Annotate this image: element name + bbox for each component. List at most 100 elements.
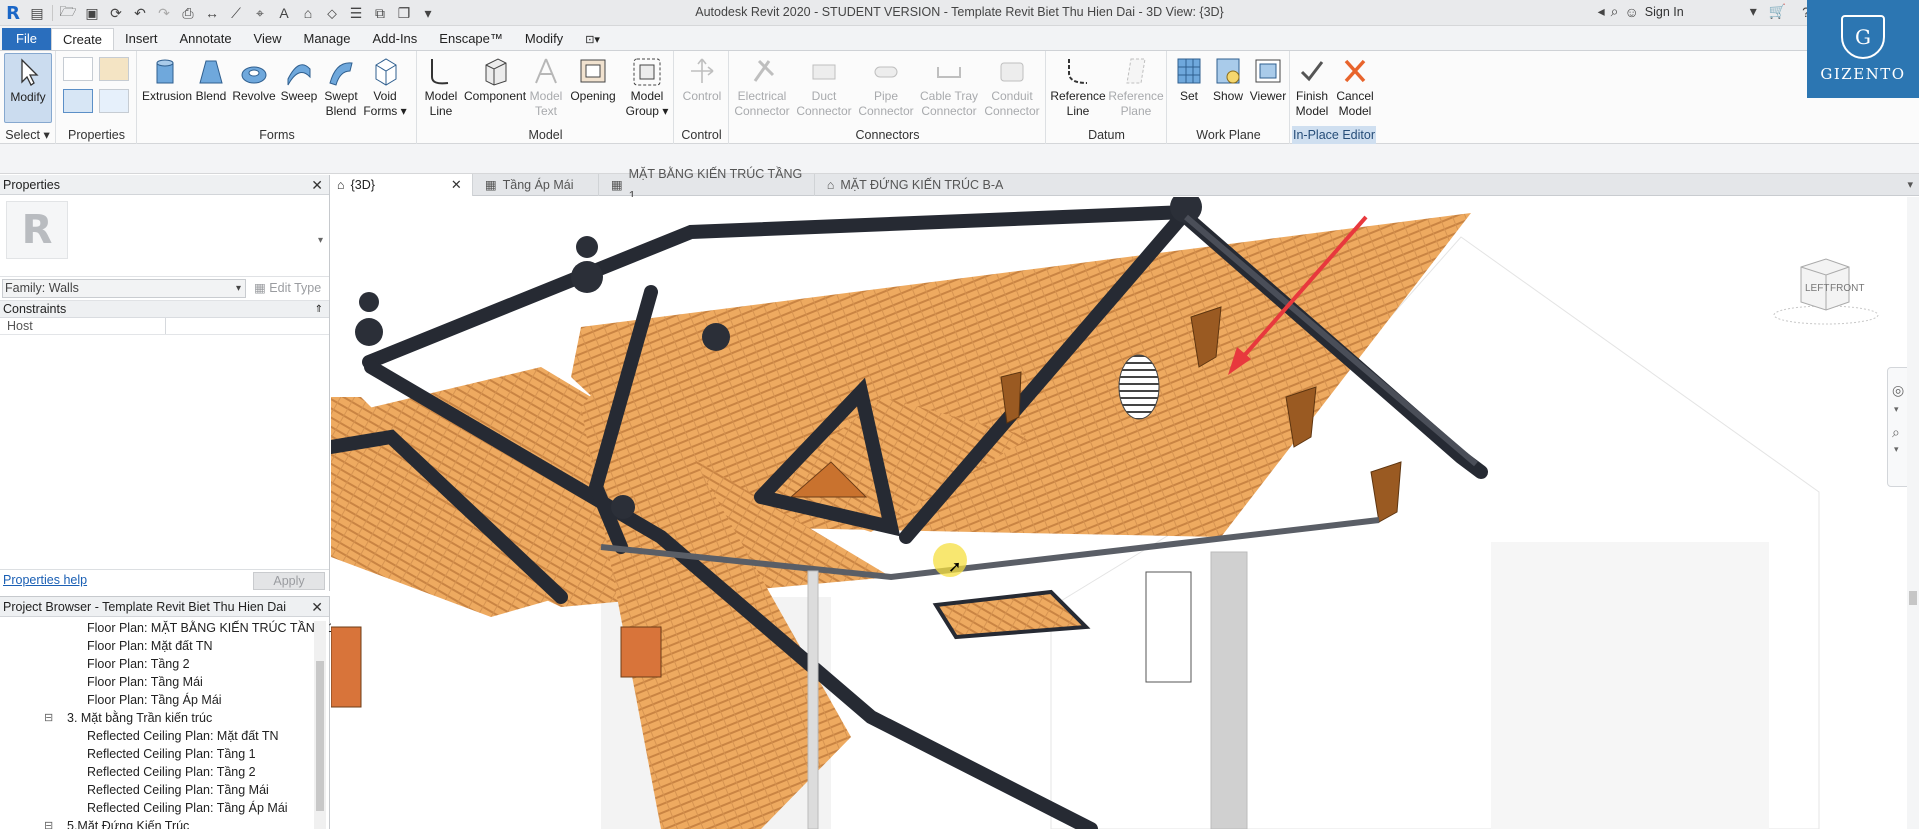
forms-panel: Extrusion Blend Revolve Sweep Swept Blen… — [138, 51, 417, 144]
view-cube-front-face[interactable]: FRONT — [1830, 283, 1864, 294]
view-tab-tang-ap-mai[interactable]: ▦ Tầng Áp Mái — [473, 174, 599, 196]
family-filter-select[interactable]: Family: Walls ▾ — [2, 279, 246, 298]
type-properties-icon[interactable] — [99, 89, 129, 113]
edit-type-button[interactable]: ▦ Edit Type — [250, 279, 328, 298]
reference-line-icon — [1063, 55, 1093, 87]
tab-list-dropdown-icon[interactable]: ▾ — [1907, 174, 1913, 195]
conduit-connector-icon — [997, 55, 1027, 87]
control-button[interactable]: Control — [679, 53, 725, 104]
cable-tray-connector-button[interactable]: Cable Tray Connector — [918, 53, 980, 119]
model-group-button[interactable]: Model Group ▾ — [622, 53, 672, 119]
reference-plane-label-1: Reference — [1108, 89, 1164, 103]
tree-group-mat-bang-tran[interactable]: ⊟ 3. Mặt bằng Trần kiến trúc — [0, 709, 329, 727]
tab-view[interactable]: View — [243, 28, 293, 50]
set-work-plane-button[interactable]: Set — [1170, 53, 1208, 104]
tree-group-mat-dung[interactable]: ⊟ 5.Mặt Đứng Kiến Trúc — [0, 817, 329, 829]
tab-create[interactable]: Create — [50, 28, 114, 50]
steering-wheel-dropdown-icon[interactable]: ▾ — [1894, 404, 1899, 415]
apply-button[interactable]: Apply — [253, 572, 325, 590]
browser-scrollbar[interactable] — [314, 621, 326, 829]
finish-model-button[interactable]: Finish Model — [1291, 53, 1333, 119]
properties-panel: Properties — [57, 51, 137, 144]
back-arrow-icon[interactable]: ◂ — [1598, 3, 1605, 20]
reference-plane-button[interactable]: Reference Plane — [1107, 53, 1165, 119]
tree-item-floor-plan-tang-mai[interactable]: Floor Plan: Tầng Mái — [0, 673, 329, 691]
electrical-connector-label-1: Electrical — [737, 89, 787, 103]
ribbon-minimize-toggle[interactable]: ⊡▾ — [574, 28, 611, 50]
tree-item-floor-plan-tang-ap-mai[interactable]: Floor Plan: Tầng Áp Mái — [0, 691, 329, 709]
viewer-button[interactable]: Viewer — [1248, 53, 1288, 104]
canvas-scroll-thumb[interactable] — [1909, 591, 1917, 605]
tree-item-rcp-tang-mai[interactable]: Reflected Ceiling Plan: Tầng Mái — [0, 781, 329, 799]
tree-collapse-icon[interactable]: ⊟ — [44, 817, 53, 829]
select-panel-label[interactable]: Select ▾ — [0, 126, 55, 144]
void-forms-button[interactable]: Void Forms ▾ — [362, 53, 408, 119]
browser-scroll-thumb[interactable] — [316, 661, 324, 811]
tree-item-rcp-tang-1[interactable]: Reflected Ceiling Plan: Tầng 1 — [0, 745, 329, 763]
pipe-connector-button[interactable]: Pipe Connector — [856, 53, 916, 119]
tree-item-rcp-tang-2[interactable]: Reflected Ceiling Plan: Tầng 2 — [0, 763, 329, 781]
conduit-connector-button[interactable]: Conduit Connector — [982, 53, 1042, 119]
project-browser-close-icon[interactable]: ✕ — [311, 597, 323, 617]
duct-connector-button[interactable]: Duct Connector — [794, 53, 854, 119]
reference-line-button[interactable]: Reference Line — [1049, 53, 1107, 119]
tree-item-floor-plan-mat-dat[interactable]: Floor Plan: Mặt đất TN — [0, 637, 329, 655]
zoom-icon[interactable]: ⌕ — [1892, 424, 1900, 441]
sign-in-dropdown-icon[interactable]: ▾ — [1750, 3, 1757, 20]
sweep-button[interactable]: Sweep — [276, 53, 322, 104]
model-line-button[interactable]: Model Line — [418, 53, 464, 119]
tab-file[interactable]: File — [2, 28, 51, 50]
void-forms-label-2-text: Forms — [363, 104, 398, 118]
conduit-connector-label-1: Conduit — [991, 89, 1033, 103]
extrusion-button[interactable]: Extrusion — [142, 53, 192, 104]
tree-collapse-icon[interactable]: ⊟ — [44, 709, 53, 727]
zoom-dropdown-icon[interactable]: ▾ — [1894, 444, 1899, 455]
type-selector[interactable]: R ▾ — [0, 195, 329, 277]
tab-manage[interactable]: Manage — [293, 28, 362, 50]
modify-button[interactable]: Modify — [4, 53, 52, 123]
tab-modify[interactable]: Modify — [514, 28, 574, 50]
binoculars-icon[interactable]: ⌕ — [1611, 3, 1619, 20]
model-line-label-1: Model — [424, 89, 458, 103]
tree-item-rcp-mat-dat[interactable]: Reflected Ceiling Plan: Mặt đất TN — [0, 727, 329, 745]
view-tab-3d[interactable]: ⌂ {3D} ✕ — [331, 174, 473, 196]
tree-item-floor-plan-mat-bang-tang-1[interactable]: Floor Plan: MẶT BẰNG KIẾN TRÚC TẦNG 1 — [0, 619, 335, 637]
revolve-button[interactable]: Revolve — [231, 53, 277, 104]
model-text-label-2: Text — [534, 104, 557, 118]
constraints-section-header[interactable]: Constraints ⇑ — [0, 301, 329, 318]
sign-in-link[interactable]: Sign In — [1645, 5, 1684, 19]
tab-enscape[interactable]: Enscape™ — [428, 28, 514, 50]
swept-blend-button[interactable]: Swept Blend — [318, 53, 364, 119]
family-category-icon[interactable] — [63, 57, 93, 81]
view-cube-left-face[interactable]: LEFT — [1805, 283, 1829, 294]
canvas-vertical-scrollbar[interactable] — [1907, 197, 1919, 829]
close-tab-icon[interactable]: ✕ — [451, 174, 462, 196]
user-icon[interactable]: ☺ — [1624, 4, 1638, 20]
3d-view-canvas[interactable]: ➚ LEFT FRONT ◎ ▾ ⌕ ▾ — [331, 197, 1919, 829]
view-tab-mat-bang-tang-1[interactable]: ▦ MẶT BẰNG KIẾN TRÚC TẦNG 1 — [599, 167, 815, 203]
electrical-connector-button[interactable]: Electrical Connector — [732, 53, 792, 119]
model-text-button[interactable]: Model Text — [526, 53, 566, 119]
properties-help-link[interactable]: Properties help — [3, 573, 87, 587]
view-tab-mat-dung-b-a[interactable]: ⌂ MẶT ĐỨNG KIẾN TRÚC B-A — [815, 174, 1014, 196]
cancel-model-button[interactable]: Cancel Model — [1333, 53, 1377, 119]
reference-plane-label-2: Plane — [1120, 104, 1152, 118]
pipe-connector-label-2: Connector — [858, 104, 914, 118]
show-work-plane-button[interactable]: Show — [1208, 53, 1248, 104]
tree-item-rcp-tang-ap-mai[interactable]: Reflected Ceiling Plan: Tầng Áp Mái — [0, 799, 329, 817]
cart-icon[interactable]: 🛒 — [1769, 3, 1786, 20]
blend-button[interactable]: Blend — [188, 53, 234, 104]
tab-insert[interactable]: Insert — [114, 28, 169, 50]
tree-item-floor-plan-tang-2[interactable]: Floor Plan: Tầng 2 — [0, 655, 329, 673]
opening-button[interactable]: Opening — [566, 53, 620, 104]
properties-close-icon[interactable]: ✕ — [311, 175, 323, 195]
cable-tray-connector-label-2: Connector — [921, 104, 977, 118]
steering-wheel-icon[interactable]: ◎ — [1892, 382, 1904, 399]
family-types-icon[interactable] — [99, 57, 129, 81]
tab-add-ins[interactable]: Add-Ins — [361, 28, 428, 50]
view-cube[interactable]: LEFT FRONT — [1771, 257, 1881, 327]
edit-type-icon: ▦ — [254, 281, 266, 295]
component-button[interactable]: Component — [464, 53, 526, 104]
properties-toggle-icon[interactable] — [63, 89, 93, 113]
tab-annotate[interactable]: Annotate — [169, 28, 243, 50]
